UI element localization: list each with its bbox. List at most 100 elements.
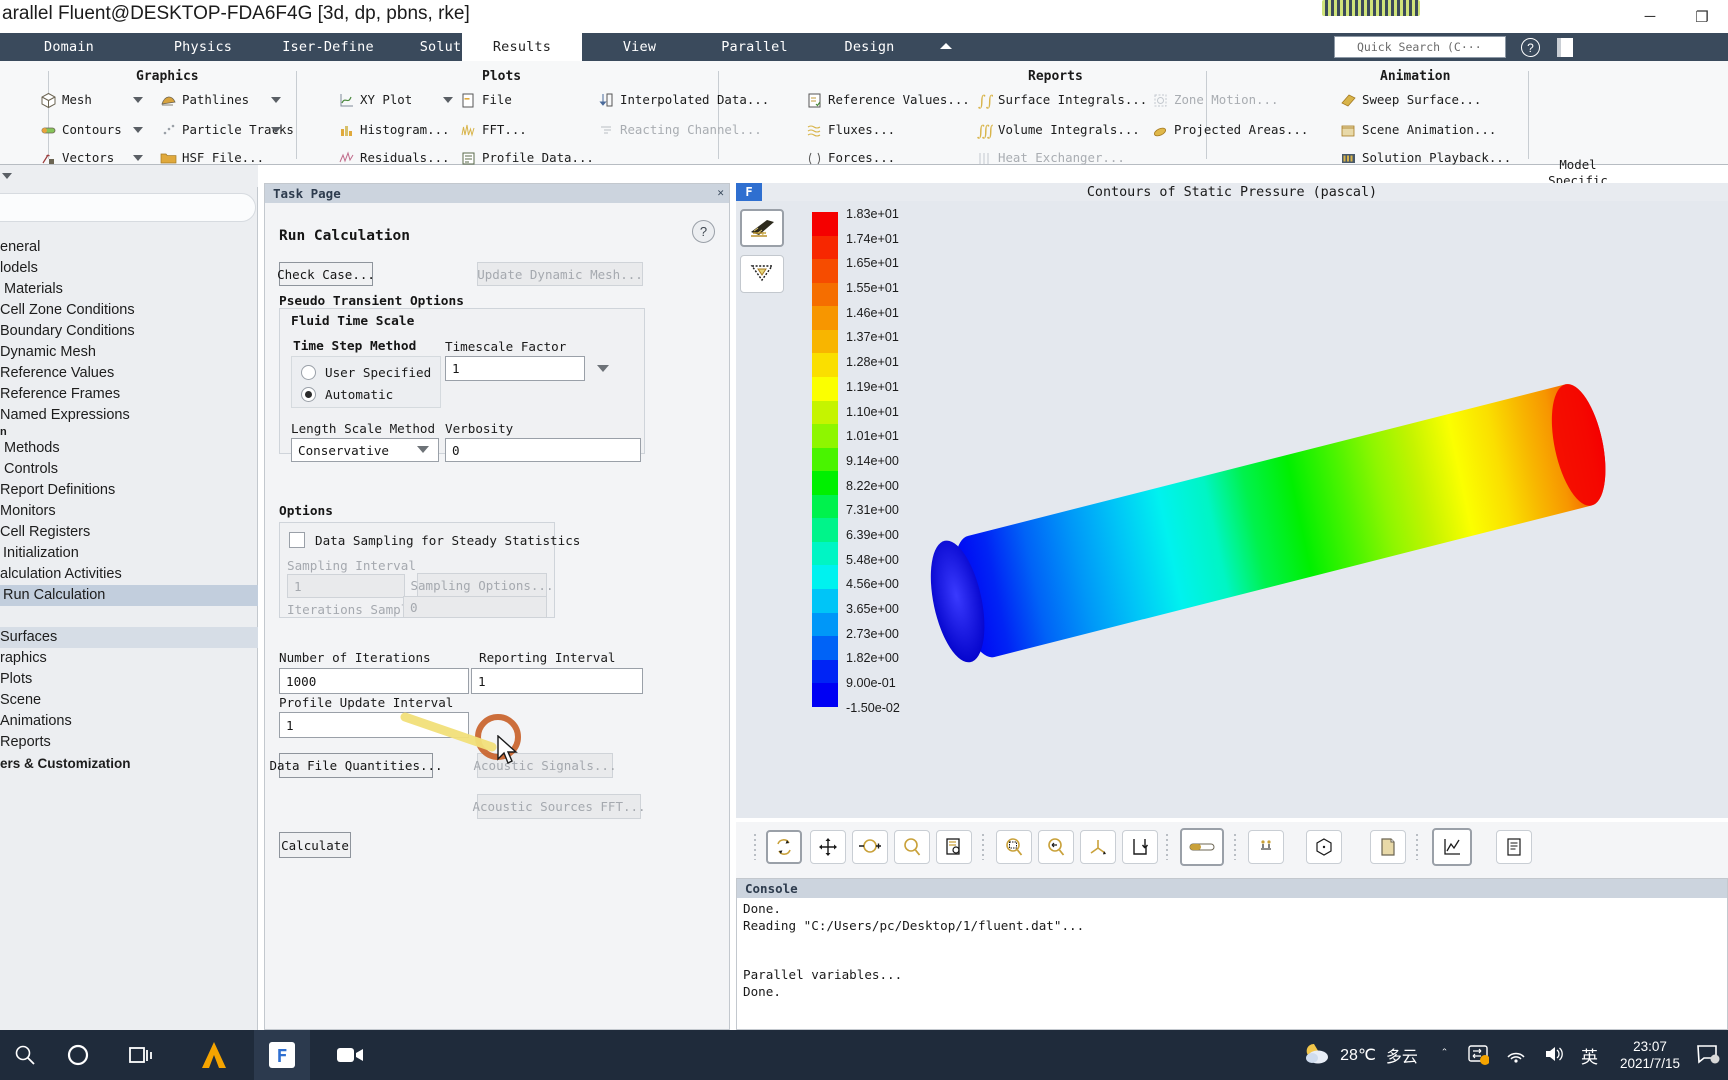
clock[interactable]: 23:07 2021/7/15	[1620, 1038, 1680, 1072]
tree-item-models[interactable]: lodels	[0, 258, 258, 279]
acoustic-sources-fft-button[interactable]: Acoustic Sources FFT...	[472, 794, 646, 819]
chevron-down-icon[interactable]	[2, 173, 12, 179]
console-output[interactable]: Done. Reading "C:/Users/pc/Desktop/1/flu…	[743, 901, 1725, 1027]
tree-item-plots[interactable]: Plots	[0, 669, 258, 690]
ribbon-item-solution-playback[interactable]: Solution Playback...	[1340, 147, 1511, 169]
ribbon-item-file[interactable]: File	[460, 89, 512, 111]
data-sampling-checkbox[interactable]	[289, 532, 305, 548]
maximize-button[interactable]: ❐	[1676, 0, 1728, 33]
tree-item-reference-frames[interactable]: Reference Frames	[0, 384, 258, 405]
ribbon-item-surface-integrals[interactable]: ∫∫ Surface Integrals...	[976, 89, 1147, 111]
zoom-out-icon-button[interactable]	[1038, 830, 1074, 864]
chevron-down-icon[interactable]	[271, 97, 281, 103]
fit-to-window-icon-button[interactable]	[936, 830, 972, 864]
tree-item-dynamic-mesh[interactable]: Dynamic Mesh	[0, 342, 258, 363]
chevron-down-icon[interactable]	[133, 127, 143, 133]
tree-item-methods[interactable]: Methods	[0, 438, 258, 459]
light-source-icon-button[interactable]	[740, 255, 784, 293]
ribbon-item-histogram[interactable]: Histogram...	[338, 119, 450, 141]
mesh-display-icon-button[interactable]	[740, 209, 784, 247]
save-view-icon-button[interactable]	[1122, 830, 1158, 864]
number-of-iterations-input[interactable]: 1000	[279, 668, 469, 694]
taskbar-ansys-icon[interactable]	[186, 1030, 242, 1080]
report-icon-button[interactable]	[1496, 830, 1532, 864]
tree-item-cell-registers[interactable]: Cell Registers	[0, 522, 258, 543]
weather-icon[interactable]	[1302, 1041, 1332, 1070]
reporting-interval-input[interactable]: 1	[471, 668, 643, 694]
tab-physics[interactable]: Physics	[138, 33, 268, 61]
tree-item-reports[interactable]: Reports	[0, 732, 258, 753]
radio-automatic[interactable]	[301, 387, 316, 402]
notification-center-icon[interactable]	[1696, 1043, 1720, 1068]
tree-item-general[interactable]: eneral	[0, 237, 258, 258]
sampling-interval-input[interactable]: 1	[287, 574, 405, 598]
tree-item-animations[interactable]: Animations	[0, 711, 258, 732]
ribbon-item-heat-exchanger[interactable]: Heat Exchanger...	[976, 147, 1125, 169]
sampling-options-button[interactable]: Sampling Options...	[411, 573, 554, 598]
ribbon-item-mesh[interactable]: Mesh	[40, 89, 92, 111]
tree-item-boundary-conditions[interactable]: Boundary Conditions	[0, 321, 258, 342]
tab-user-defined[interactable]: Iser-Define	[268, 33, 388, 61]
tree-item-calculation-activities[interactable]: alculation Activities	[0, 564, 258, 585]
ribbon-item-residuals[interactable]: Residuals...	[338, 147, 450, 169]
tree-item-surfaces[interactable]: Surfaces	[0, 627, 258, 648]
ribbon-item-zone-motion[interactable]: Zone Motion...	[1152, 89, 1278, 111]
chevron-down-icon[interactable]	[271, 127, 281, 133]
radio-user-specified[interactable]	[301, 365, 316, 380]
tree-item-graphics[interactable]: raphics	[0, 648, 258, 669]
cfd-model-canvas[interactable]	[886, 209, 1728, 818]
tab-parallel[interactable]: Parallel	[697, 33, 812, 61]
ribbon-item-sweep-surface[interactable]: Sweep Surface...	[1340, 89, 1481, 111]
ribbon-item-scene-animation[interactable]: Scene Animation...	[1340, 119, 1496, 141]
tab-domain[interactable]: Domain	[0, 33, 138, 61]
weather-description[interactable]: 多云	[1386, 1043, 1418, 1067]
taskbar-recorder-icon[interactable]	[322, 1030, 378, 1080]
ribbon-item-xy-plot[interactable]: XY Plot	[338, 89, 412, 111]
rotate-view-icon-button[interactable]	[766, 830, 802, 864]
tree-filter-input[interactable]	[0, 193, 256, 222]
tree-item-parameters-customization[interactable]: ers & Customization	[0, 753, 258, 774]
tab-results[interactable]: Results	[462, 33, 582, 61]
quick-search-input[interactable]: Quick Search (C···	[1334, 36, 1506, 58]
chart-plot-icon-button[interactable]	[1432, 828, 1472, 866]
tray-expand-chevron-up-icon[interactable]: ＾	[1438, 1046, 1451, 1065]
tree-item-reference-values[interactable]: Reference Values	[0, 363, 258, 384]
tab-view[interactable]: View	[582, 33, 697, 61]
volume-icon[interactable]	[1543, 1044, 1565, 1067]
length-scale-chevron-down-icon[interactable]	[417, 446, 429, 453]
annotate-icon-button[interactable]	[1248, 830, 1284, 864]
ribbon-item-profile-data[interactable]: Profile Data...	[460, 147, 594, 169]
help-icon[interactable]: ?	[692, 220, 715, 243]
taskbar-fluent-icon[interactable]: F	[254, 1030, 310, 1080]
chevron-down-icon[interactable]	[133, 155, 143, 161]
tab-design[interactable]: Design	[812, 33, 927, 61]
tree-item-report-definitions[interactable]: Report Definitions	[0, 480, 258, 501]
zoom-in-out-icon-button[interactable]	[852, 830, 888, 864]
wifi-icon[interactable]	[1505, 1045, 1527, 1066]
weather-temperature[interactable]: 28℃	[1340, 1045, 1376, 1065]
tree-item-initialization[interactable]: Initialization	[0, 543, 258, 564]
ribbon-item-pathlines[interactable]: Pathlines	[160, 89, 249, 111]
taskbar-cortana-icon[interactable]	[50, 1030, 106, 1080]
pan-view-icon-button[interactable]	[810, 830, 846, 864]
ribbon-item-contours[interactable]: Contours	[40, 119, 122, 141]
tree-item-named-expressions[interactable]: Named Expressions	[0, 405, 258, 426]
ribbon-item-volume-integrals[interactable]: ∭ Volume Integrals...	[976, 119, 1140, 141]
update-dynamic-mesh-button[interactable]: Update Dynamic Mesh...	[477, 262, 643, 286]
copy-screenshot-icon-button[interactable]	[1370, 830, 1406, 864]
ime-language-indicator[interactable]: 英	[1581, 1043, 1598, 1068]
chevron-up-icon[interactable]	[940, 43, 952, 49]
ribbon-item-interpolated-data[interactable]: Interpolated Data...	[598, 89, 769, 111]
bounding-box-icon-button[interactable]	[1306, 830, 1342, 864]
close-icon[interactable]: ✕	[717, 186, 724, 199]
ribbon-item-forces[interactable]: Forces...	[806, 147, 895, 169]
minimize-button[interactable]: ─	[1624, 0, 1676, 33]
help-icon[interactable]: ?	[1521, 38, 1540, 57]
tree-item-scene[interactable]: Scene	[0, 690, 258, 711]
ribbon-item-reacting-channel[interactable]: Reacting Channel...	[598, 119, 762, 141]
onedrive-sync-icon[interactable]	[1467, 1043, 1490, 1068]
tree-item-materials[interactable]: Materials	[0, 279, 258, 300]
taskbar-task-view-icon[interactable]	[114, 1030, 170, 1080]
ribbon-item-reference-values[interactable]: Reference Values...	[806, 89, 970, 111]
ribbon-item-fft[interactable]: FFT...	[460, 119, 527, 141]
